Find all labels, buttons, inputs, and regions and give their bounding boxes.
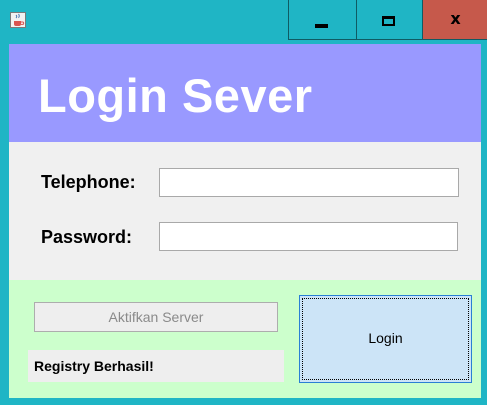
title-bar[interactable]: x — [0, 0, 487, 44]
action-panel: Aktifkan Server Registry Berhasil! Login — [9, 280, 481, 398]
close-button[interactable]: x — [422, 0, 487, 40]
telephone-label: Telephone: — [41, 172, 136, 192]
status-bar: Registry Berhasil! — [28, 350, 284, 382]
java-cup-icon[interactable] — [10, 12, 26, 28]
aktifkan-server-button[interactable]: Aktifkan Server — [34, 302, 278, 332]
password-field[interactable] — [159, 222, 458, 251]
minimize-button[interactable] — [288, 0, 356, 40]
login-button[interactable]: Login — [299, 295, 472, 383]
telephone-field[interactable] — [159, 168, 459, 197]
status-message: Registry Berhasil! — [34, 358, 154, 374]
app-window: x Login Sever Telephone: Password: Aktif… — [0, 0, 487, 405]
maximize-icon — [382, 16, 395, 26]
minimize-icon — [315, 24, 328, 28]
close-icon: x — [450, 9, 461, 28]
password-label: Password: — [41, 227, 133, 247]
header-banner: Login Sever — [9, 44, 481, 142]
maximize-button[interactable] — [356, 0, 422, 40]
aktifkan-server-label: Aktifkan Server — [108, 309, 204, 325]
login-label: Login — [368, 330, 403, 346]
page-title: Login Sever — [38, 69, 313, 122]
content-pane: Login Sever Telephone: Password: Aktifka… — [9, 44, 481, 398]
